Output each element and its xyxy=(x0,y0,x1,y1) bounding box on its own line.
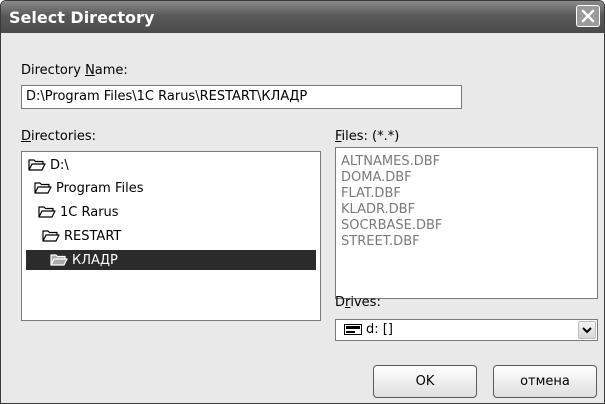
directory-item[interactable]: D:\ xyxy=(28,155,69,175)
close-icon xyxy=(581,9,595,23)
close-button[interactable] xyxy=(576,5,600,27)
directories-list[interactable]: D:\ Program Files 1C Rarus RESTART КЛАДР xyxy=(21,151,321,321)
file-item[interactable]: SOCRBASE.DBF xyxy=(336,218,597,234)
directory-item[interactable]: 1C Rarus xyxy=(38,202,119,222)
directory-item-label: КЛАДР xyxy=(72,252,118,268)
chevron-down-icon[interactable] xyxy=(578,321,596,339)
directory-item[interactable]: Program Files xyxy=(34,178,144,198)
drives-label: Drives: xyxy=(335,295,381,310)
open-folder-icon xyxy=(50,254,68,266)
select-directory-dialog: Select Directory Directory Name: D:\Prog… xyxy=(0,0,605,404)
dialog-title: Select Directory xyxy=(9,8,155,27)
file-item[interactable]: DOMA.DBF xyxy=(336,170,597,186)
dialog-body: Directory Name: D:\Program Files\1C Raru… xyxy=(1,33,604,403)
cancel-button[interactable]: отмена xyxy=(493,365,597,398)
open-folder-icon xyxy=(34,182,52,194)
files-label: Files: (*.*) xyxy=(335,129,400,144)
directory-name-input[interactable]: D:\Program Files\1C Rarus\RESTART\КЛАДР xyxy=(21,85,462,109)
files-list[interactable]: ALTNAMES.DBF DOMA.DBF FLAT.DBF KLADR.DBF… xyxy=(335,147,598,299)
open-folder-icon xyxy=(38,206,56,218)
directory-item-selected[interactable]: КЛАДР xyxy=(26,250,316,270)
directory-item-label: 1C Rarus xyxy=(60,204,119,220)
directory-name-value: D:\Program Files\1C Rarus\RESTART\КЛАДР xyxy=(26,89,308,104)
open-folder-icon xyxy=(28,159,46,171)
directory-name-label: Directory Name: xyxy=(21,63,128,78)
directory-item-label: RESTART xyxy=(64,228,122,244)
drives-selected-value: d: [] xyxy=(366,322,393,337)
directory-item-label: D:\ xyxy=(50,157,69,173)
file-item[interactable]: ALTNAMES.DBF xyxy=(336,154,597,170)
title-bar: Select Directory xyxy=(1,1,604,33)
drive-icon xyxy=(344,324,362,335)
file-item[interactable]: KLADR.DBF xyxy=(336,202,597,218)
file-item[interactable]: FLAT.DBF xyxy=(336,186,597,202)
file-item[interactable]: STREET.DBF xyxy=(336,234,597,250)
directory-item[interactable]: RESTART xyxy=(42,226,121,246)
drives-select[interactable]: d: [] xyxy=(335,319,598,341)
open-folder-icon xyxy=(42,230,60,242)
directories-label: Directories: xyxy=(21,129,96,144)
directory-item-label: Program Files xyxy=(56,180,144,196)
ok-button[interactable]: OK xyxy=(373,365,477,398)
